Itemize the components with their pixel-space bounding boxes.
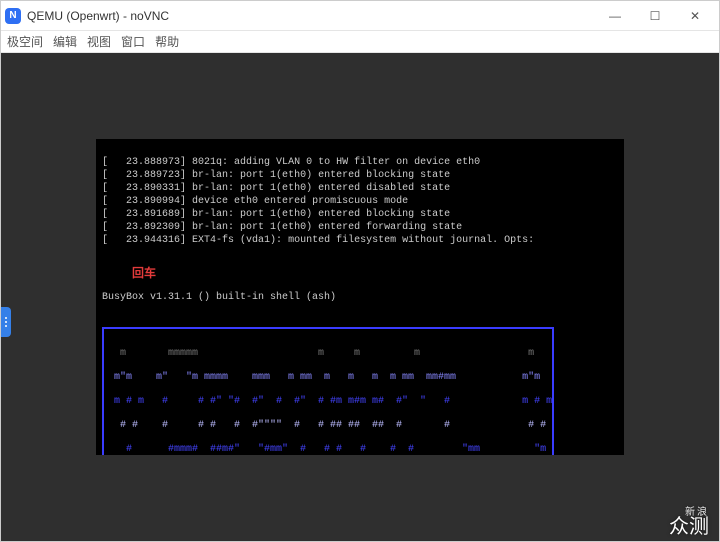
log-line: [ 23.944316] EXT4-fs (vda1): mounted fil…: [102, 235, 534, 246]
ascii-row: # # # # # # #"""" # # ## ## ## # # # #: [108, 420, 548, 431]
log-line: [ 23.891689] br-lan: port 1(eth0) entere…: [102, 209, 450, 220]
busybox-line: BusyBox v1.31.1 () built-in shell (ash): [102, 291, 618, 304]
watermark: 新浪 众测: [669, 505, 709, 535]
app-window: N QEMU (Openwrt) - noVNC — ☐ ✕ 极空间 编辑 视图…: [0, 0, 720, 542]
ascii-row: m"m m" "m mmmm mmm m mm m m m m mm mm#mm…: [108, 372, 548, 383]
menu-edit[interactable]: 编辑: [53, 33, 77, 50]
menubar: 极空间 编辑 视图 窗口 帮助: [1, 31, 719, 53]
log-line: [ 23.889723] br-lan: port 1(eth0) entere…: [102, 170, 450, 181]
ascii-row: m # m # # #" "# #" # #" # #m m#m m# #" "…: [108, 396, 548, 407]
ascii-row: # #mmm# ##m#" "#mm" # # # # # # "mm "m: [108, 444, 548, 455]
side-tab-handle[interactable]: [1, 307, 11, 337]
menu-jikongjian[interactable]: 极空间: [7, 33, 43, 50]
minimize-button[interactable]: —: [595, 2, 635, 30]
log-line: [ 23.890331] br-lan: port 1(eth0) entere…: [102, 183, 450, 194]
ascii-row: m mmmmm m m m m: [108, 348, 548, 359]
close-button[interactable]: ✕: [675, 2, 715, 30]
vnc-stage: [ 23.888973] 8021q: adding VLAN 0 to HW …: [1, 53, 719, 541]
terminal[interactable]: [ 23.888973] 8021q: adding VLAN 0 to HW …: [96, 139, 624, 455]
titlebar[interactable]: N QEMU (Openwrt) - noVNC — ☐ ✕: [1, 1, 719, 31]
menu-view[interactable]: 视图: [87, 33, 111, 50]
openwrt-banner: m mmmmm m m m m m"m m" "m mmmm mmm m mm …: [102, 327, 554, 455]
menu-window[interactable]: 窗口: [121, 33, 145, 50]
watermark-main: 众测: [669, 520, 709, 535]
novnc-icon: N: [5, 8, 21, 24]
window-controls: — ☐ ✕: [595, 2, 715, 30]
menu-help[interactable]: 帮助: [155, 33, 179, 50]
window-title: QEMU (Openwrt) - noVNC: [27, 9, 595, 23]
log-line: [ 23.888973] 8021q: adding VLAN 0 to HW …: [102, 157, 480, 168]
maximize-button[interactable]: ☐: [635, 2, 675, 30]
kernel-log: [ 23.888973] 8021q: adding VLAN 0 to HW …: [102, 156, 618, 247]
annotation-enter: 回车: [132, 268, 156, 281]
log-line: [ 23.890994] device eth0 entered promisc…: [102, 196, 408, 207]
log-line: [ 23.892309] br-lan: port 1(eth0) entere…: [102, 222, 462, 233]
